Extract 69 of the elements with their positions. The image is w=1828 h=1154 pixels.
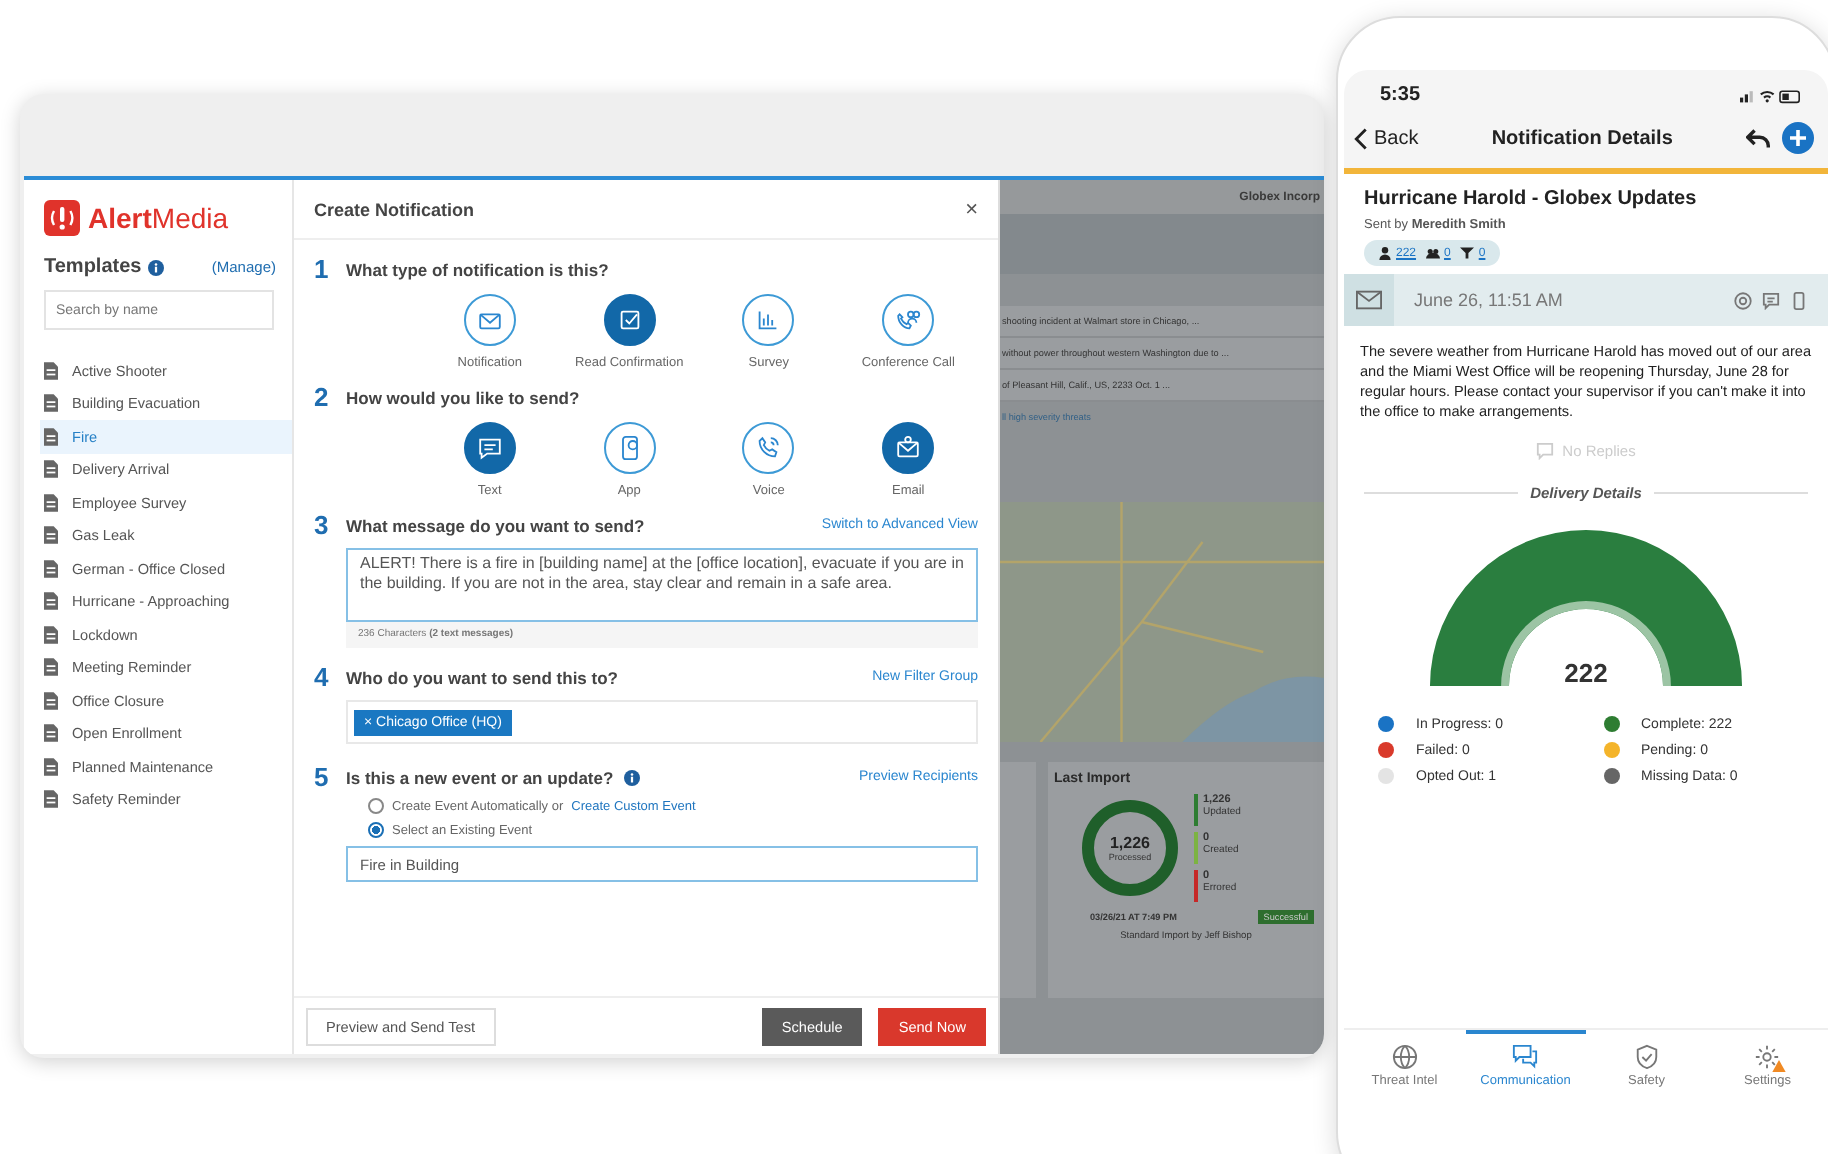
- document-icon: [44, 493, 58, 512]
- step-question: What message do you want to send?: [346, 515, 645, 535]
- document-icon: [44, 724, 58, 743]
- chat-icon: [1512, 1043, 1539, 1069]
- status-icons: [1740, 87, 1804, 103]
- step-question: Who do you want to send this to?: [346, 667, 618, 687]
- document-icon: [44, 394, 58, 413]
- radio-button[interactable]: [368, 822, 384, 838]
- option-toggle[interactable]: [463, 422, 516, 474]
- document-icon: [44, 460, 58, 479]
- info-icon: [147, 259, 164, 275]
- chevron-left-icon: [1354, 127, 1368, 149]
- templates-heading: Templates: [44, 256, 142, 278]
- document-icon: [44, 361, 58, 380]
- step-number: 4: [314, 662, 331, 692]
- close-button[interactable]: ×: [965, 197, 978, 221]
- people-phone-icon: [894, 306, 923, 334]
- info-icon: [623, 769, 640, 785]
- delivery-total: 222: [1562, 658, 1610, 688]
- email-icon: [894, 434, 923, 462]
- dialog-title: Create Notification: [314, 199, 475, 219]
- option-toggle[interactable]: [603, 422, 656, 474]
- logo-text: AlertMedia: [88, 202, 229, 234]
- document-icon: [44, 427, 58, 446]
- document-icon: [44, 757, 58, 776]
- chat-icon: [1762, 291, 1780, 309]
- document-icon: [44, 790, 58, 809]
- option-toggle[interactable]: [882, 294, 935, 346]
- step-number: 3: [314, 510, 331, 540]
- person-icon: [1378, 246, 1392, 260]
- status-time: 5:35: [1380, 84, 1421, 106]
- screen-title: Notification Details: [1489, 127, 1675, 149]
- message-timestamp: June 26, 11:51 AM: [1414, 290, 1563, 310]
- document-icon: [44, 592, 58, 611]
- back-button[interactable]: Back: [1354, 127, 1419, 149]
- option-toggle[interactable]: [603, 294, 656, 346]
- document-icon: [44, 658, 58, 677]
- phone-icon: [1790, 291, 1808, 309]
- option-toggle[interactable]: [742, 294, 795, 346]
- document-icon: [44, 526, 58, 545]
- step-question: What type of notification is this?: [346, 259, 609, 279]
- option-toggle[interactable]: [463, 294, 516, 346]
- shield-icon: [1633, 1043, 1660, 1069]
- group-icon: [1426, 246, 1441, 260]
- reply-icon[interactable]: [1746, 127, 1770, 149]
- step-number: 1: [314, 254, 331, 284]
- message-field[interactable]: ALERT! There is a fire in [building name] at the [office location], evacuate if you are in the building. If you are not in the area, stay clear and remain in a safe area.: [346, 548, 978, 622]
- step-question: Is this a new event or an update?: [346, 767, 614, 787]
- processed-count: 1,226: [1109, 834, 1151, 852]
- notification-title: Hurricane Harold - Globex Updates: [1362, 186, 1699, 214]
- filter-icon: [1460, 246, 1475, 260]
- logo-icon: [44, 200, 80, 236]
- checkbox-icon: [615, 306, 644, 334]
- document-icon: [44, 691, 58, 710]
- option-toggle[interactable]: [742, 422, 795, 474]
- document-icon: [44, 559, 58, 578]
- step-question: How would you like to send?: [346, 387, 580, 407]
- step-number: 2: [314, 382, 331, 412]
- radio-button[interactable]: [368, 798, 384, 814]
- phone-call-icon: [754, 434, 783, 462]
- chat-icon: [1536, 442, 1555, 460]
- globe-icon: [1391, 1043, 1418, 1069]
- step-number: 5: [314, 762, 331, 792]
- envelope-icon: [1356, 290, 1382, 310]
- option-toggle[interactable]: [882, 422, 935, 474]
- chat-icon: [475, 434, 504, 462]
- settings-icon: [1754, 1043, 1781, 1069]
- add-icon[interactable]: [1782, 122, 1814, 154]
- document-icon: [44, 625, 58, 644]
